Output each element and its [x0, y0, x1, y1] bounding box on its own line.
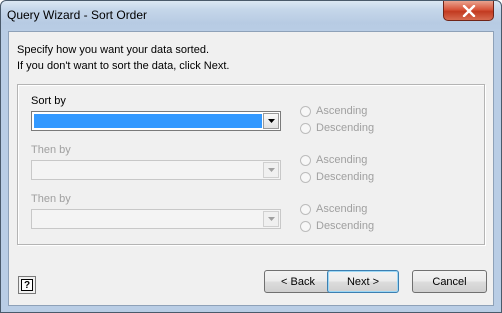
- close-icon: [462, 5, 476, 17]
- then-by-1-label: Then by: [31, 144, 71, 156]
- radio-circle: [300, 221, 311, 232]
- back-button[interactable]: < Back: [264, 270, 332, 293]
- instructions: Specify how you want your data sorted. I…: [17, 42, 229, 74]
- title-bar[interactable]: Query Wizard - Sort Order: [1, 1, 501, 31]
- sort-options-group: Sort by Ascending Descending Then by Asc…: [17, 84, 485, 245]
- then-by-2-dropdown[interactable]: [31, 209, 281, 229]
- descending-label: Descending: [316, 122, 375, 134]
- window-title: Query Wizard - Sort Order: [7, 8, 148, 22]
- sort-by-selected-value: [34, 114, 262, 128]
- radio-circle: [300, 204, 311, 215]
- query-wizard-window: Query Wizard - Sort Order Specify how yo…: [0, 0, 502, 313]
- chevron-down-icon: [268, 119, 275, 123]
- then-by-2-dropdown-button[interactable]: [263, 211, 279, 227]
- help-button[interactable]: ?: [18, 276, 36, 294]
- radio-circle: [300, 106, 311, 117]
- ascending-label: Ascending: [316, 154, 368, 166]
- descending-label: Descending: [316, 171, 375, 183]
- descending-label: Descending: [316, 220, 375, 232]
- help-icon: ?: [21, 279, 33, 291]
- ascending-label: Ascending: [316, 203, 368, 215]
- sort-by-label: Sort by: [31, 95, 66, 107]
- close-button[interactable]: [443, 1, 494, 21]
- sort-by-dropdown[interactable]: [31, 111, 281, 131]
- instruction-line-1: Specify how you want your data sorted.: [17, 44, 209, 56]
- then-by-1-dropdown[interactable]: [31, 160, 281, 180]
- then-by-1-dropdown-button[interactable]: [263, 162, 279, 178]
- ascending-label: Ascending: [316, 105, 368, 117]
- chevron-down-icon: [268, 168, 275, 172]
- dialog-client-area: Specify how you want your data sorted. I…: [8, 31, 494, 306]
- instruction-line-2: If you don't want to sort the data, clic…: [17, 60, 230, 72]
- then-by-2-label: Then by: [31, 193, 71, 205]
- radio-circle: [300, 172, 311, 183]
- radio-circle: [300, 123, 311, 134]
- radio-circle: [300, 155, 311, 166]
- chevron-down-icon: [268, 217, 275, 221]
- next-button[interactable]: Next >: [327, 270, 399, 293]
- cancel-button[interactable]: Cancel: [412, 270, 487, 293]
- sort-by-dropdown-button[interactable]: [263, 113, 279, 129]
